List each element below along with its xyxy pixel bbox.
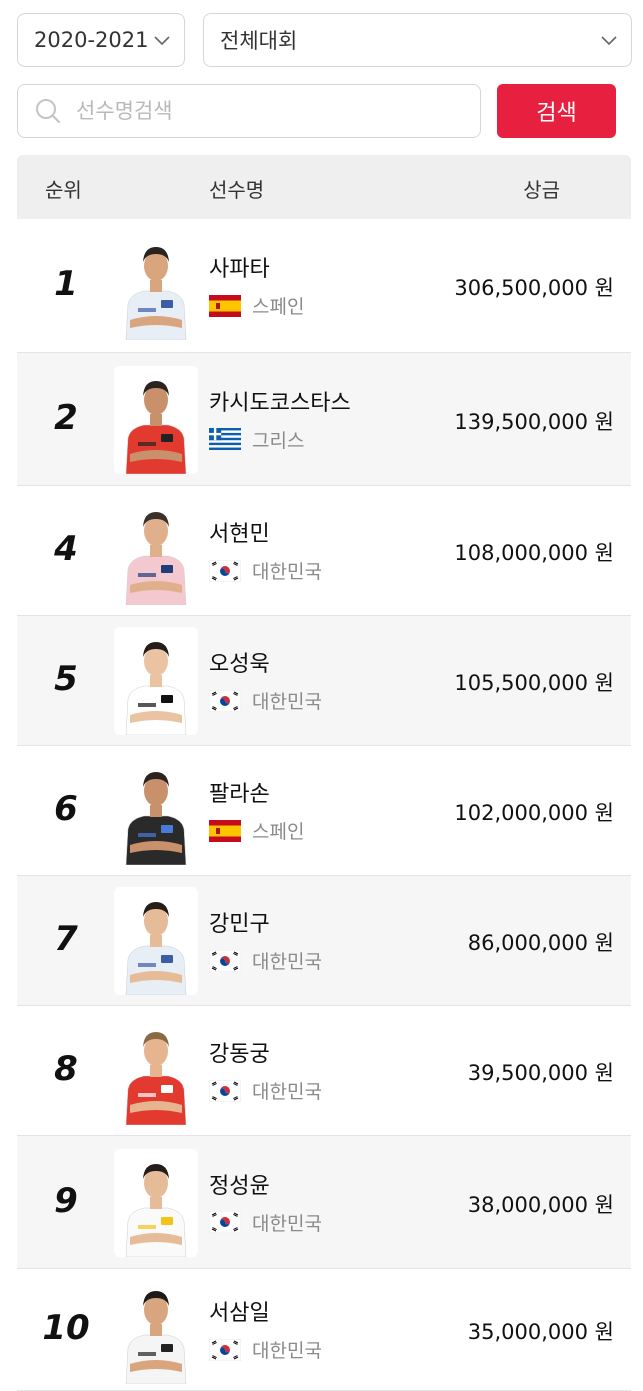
player-prize-money: 35,000,000 원 bbox=[467, 1320, 614, 1344]
chevron-down-icon bbox=[154, 36, 170, 46]
player-prize-money: 39,500,000 원 bbox=[467, 1061, 614, 1085]
player-photo-image bbox=[114, 1276, 198, 1384]
prize-column-header: 상금 bbox=[523, 178, 560, 202]
player-rank: 4 bbox=[54, 529, 78, 569]
korea-flag-icon bbox=[209, 689, 241, 712]
greece-flag-icon bbox=[209, 428, 241, 450]
player-photo bbox=[114, 1148, 198, 1257]
korea-flag-icon bbox=[209, 1338, 241, 1361]
player-prize-money: 38,000,000 원 bbox=[467, 1192, 614, 1217]
country-name: 스페인 bbox=[252, 296, 305, 318]
player-prize-money: 105,500,000 원 bbox=[454, 671, 614, 695]
table-row[interactable]: 5 오성욱대한민국 105,500,000 원 bbox=[17, 616, 631, 746]
country-name: 스페인 bbox=[252, 821, 305, 843]
player-name[interactable]: 정성윤 bbox=[209, 1168, 270, 1200]
korea-flag-icon bbox=[209, 559, 241, 582]
player-country: 대한민국 bbox=[209, 1209, 322, 1236]
player-prize-money: 102,000,000 원 bbox=[454, 801, 614, 825]
country-name: 그리스 bbox=[252, 429, 305, 452]
korea-flag-icon bbox=[209, 1211, 241, 1233]
table-row[interactable]: 7 강민구대한민국 86,000,000 원 bbox=[17, 876, 631, 1006]
player-prize-money: 86,000,000 원 bbox=[467, 931, 614, 955]
player-photo-image bbox=[114, 887, 198, 995]
player-photo-image bbox=[114, 365, 198, 474]
player-prize-money: 306,500,000 원 bbox=[454, 276, 614, 300]
player-photo bbox=[114, 1017, 198, 1125]
player-name[interactable]: 서현민 bbox=[209, 516, 270, 548]
player-rank: 8 bbox=[54, 1049, 78, 1089]
player-photo bbox=[114, 365, 198, 474]
event-select-value: 전체대회 bbox=[220, 29, 298, 53]
player-prize-money: 108,000,000 원 bbox=[454, 541, 614, 565]
player-photo-image bbox=[114, 627, 198, 735]
player-country: 대한민국 bbox=[209, 1336, 322, 1363]
player-rank: 5 bbox=[54, 659, 78, 699]
table-row[interactable]: 1 사파타스페인 306,500,000 원 bbox=[17, 219, 631, 353]
search-icon bbox=[36, 99, 61, 124]
player-photo bbox=[114, 757, 198, 865]
search-button[interactable]: 검색 bbox=[497, 84, 616, 138]
country-name: 대한민국 bbox=[252, 561, 322, 583]
player-name[interactable]: 서삼일 bbox=[209, 1295, 270, 1327]
player-prize-money: 139,500,000 원 bbox=[454, 409, 614, 434]
player-photo bbox=[114, 887, 198, 995]
season-select-value: 2020-2021 bbox=[34, 28, 149, 52]
player-name[interactable]: 팔라손 bbox=[209, 776, 270, 808]
country-name: 대한민국 bbox=[252, 951, 322, 973]
player-photo bbox=[114, 627, 198, 735]
table-row[interactable]: 2 카시도코스타스그리스 139,500,000 원 bbox=[17, 353, 631, 486]
search-input[interactable] bbox=[76, 85, 480, 137]
player-photo bbox=[114, 232, 198, 340]
player-rank: 9 bbox=[54, 1180, 78, 1221]
player-country: 대한민국 bbox=[209, 947, 322, 974]
table-row[interactable]: 9 정성윤대한민국 38,000,000 원 bbox=[17, 1136, 631, 1269]
table-row[interactable]: 10 서삼일대한민국 35,000,000 원 bbox=[17, 1269, 631, 1391]
player-country: 스페인 bbox=[209, 817, 304, 844]
country-name: 대한민국 bbox=[252, 691, 322, 713]
player-country: 대한민국 bbox=[209, 1077, 322, 1104]
player-photo bbox=[114, 1276, 198, 1384]
player-photo-image bbox=[114, 232, 198, 340]
ranking-list: 1 사파타 스페인 306,500,000 원 2 카시도코스타스 그리스 139,500,0… bbox=[17, 219, 631, 1391]
rank-column-header: 순위 bbox=[45, 178, 82, 202]
player-name[interactable]: 사파타 bbox=[209, 251, 270, 283]
player-photo-image bbox=[114, 757, 198, 865]
player-rank: 1 bbox=[54, 264, 78, 304]
player-country: 대한민국 bbox=[209, 687, 322, 714]
table-header: 순위 선수명 상금 bbox=[17, 155, 631, 219]
country-name: 대한민국 bbox=[252, 1340, 322, 1362]
table-row[interactable]: 4 서현민대한민국 108,000,000 원 bbox=[17, 486, 631, 616]
table-row[interactable]: 6 팔라손스페인 102,000,000 원 bbox=[17, 746, 631, 876]
table-row[interactable]: 8 강동궁대한민국 39,500,000 원 bbox=[17, 1006, 631, 1136]
spain-flag-icon bbox=[209, 819, 241, 842]
player-rank: 7 bbox=[54, 919, 78, 959]
country-name: 대한민국 bbox=[252, 1212, 322, 1235]
player-name[interactable]: 강민구 bbox=[209, 906, 270, 938]
country-name: 대한민국 bbox=[252, 1081, 322, 1103]
player-photo-image bbox=[114, 1017, 198, 1125]
player-rank: 6 bbox=[54, 789, 78, 829]
spain-flag-icon bbox=[209, 294, 241, 317]
chevron-down-icon bbox=[601, 36, 617, 46]
player-name[interactable]: 카시도코스타스 bbox=[209, 385, 351, 417]
player-country: 대한민국 bbox=[209, 557, 322, 584]
player-rank: 2 bbox=[54, 397, 78, 438]
name-column-header: 선수명 bbox=[209, 178, 265, 202]
player-country: 그리스 bbox=[209, 426, 304, 453]
player-country: 스페인 bbox=[209, 292, 304, 319]
player-rank: 10 bbox=[42, 1308, 90, 1348]
player-photo-image bbox=[114, 497, 198, 605]
korea-flag-icon bbox=[209, 949, 241, 972]
player-name[interactable]: 오성욱 bbox=[209, 646, 270, 678]
player-photo bbox=[114, 497, 198, 605]
player-photo-image bbox=[114, 1148, 198, 1257]
player-name[interactable]: 강동궁 bbox=[209, 1036, 270, 1068]
korea-flag-icon bbox=[209, 1079, 241, 1102]
search-box[interactable] bbox=[17, 84, 481, 138]
season-select[interactable]: 2020-2021 bbox=[17, 13, 185, 67]
event-select[interactable]: 전체대회 bbox=[203, 13, 632, 67]
